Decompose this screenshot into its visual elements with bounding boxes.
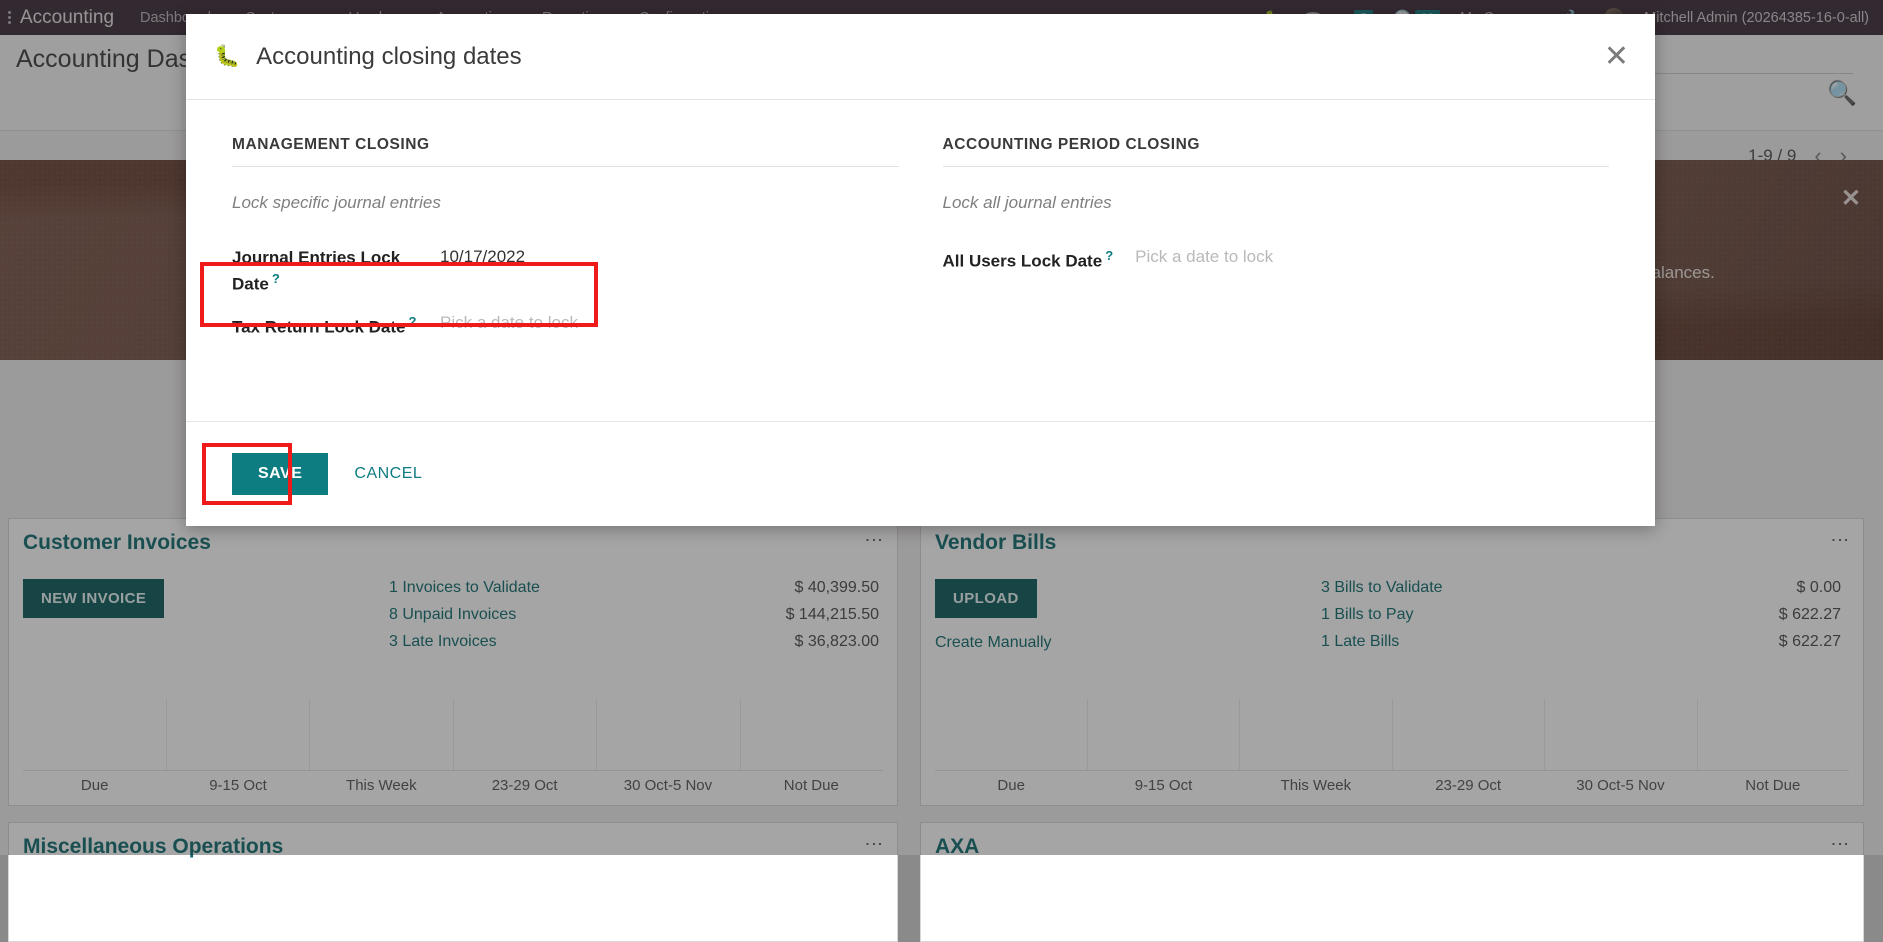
all-users-lock-date-input[interactable]: Pick a date to lock (1135, 247, 1273, 267)
section-note: Lock all journal entries (943, 193, 1610, 213)
save-button[interactable]: SAVE (232, 453, 328, 495)
bug-icon: 🐛 (214, 45, 240, 69)
field-label: Tax Return Lock Date? (232, 313, 440, 340)
dialog-title: Accounting closing dates (256, 43, 522, 71)
section-title: MANAGEMENT CLOSING (232, 136, 899, 167)
section-accounting-period-closing: ACCOUNTING PERIOD CLOSING Lock all journ… (943, 136, 1610, 421)
accounting-closing-dates-dialog: 🐛 Accounting closing dates ✕ MANAGEMENT … (186, 14, 1655, 526)
field-label: Journal Entries Lock Date? (232, 247, 440, 297)
dialog-footer: SAVE CANCEL (186, 422, 1655, 526)
field-tax-return-lock-date: Tax Return Lock Date? Pick a date to loc… (232, 305, 899, 348)
tax-return-lock-date-input[interactable]: Pick a date to lock (440, 313, 578, 333)
section-title: ACCOUNTING PERIOD CLOSING (943, 136, 1610, 167)
field-all-users-lock-date: All Users Lock Date? Pick a date to lock (943, 239, 1610, 282)
dialog-header: 🐛 Accounting closing dates ✕ (186, 14, 1655, 100)
journal-entries-lock-date-input[interactable]: 10/17/2022 (440, 247, 525, 267)
help-icon[interactable]: ? (272, 271, 280, 286)
dialog-body: MANAGEMENT CLOSING Lock specific journal… (186, 100, 1655, 422)
field-label: All Users Lock Date? (943, 247, 1114, 274)
section-note: Lock specific journal entries (232, 193, 899, 213)
close-icon[interactable]: ✕ (1604, 42, 1629, 72)
cancel-button[interactable]: CANCEL (334, 453, 442, 495)
section-management-closing: MANAGEMENT CLOSING Lock specific journal… (232, 136, 899, 421)
help-icon[interactable]: ? (409, 314, 417, 329)
field-journal-entries-lock-date: Journal Entries Lock Date? 10/17/2022 (232, 239, 899, 305)
help-icon[interactable]: ? (1105, 248, 1113, 263)
